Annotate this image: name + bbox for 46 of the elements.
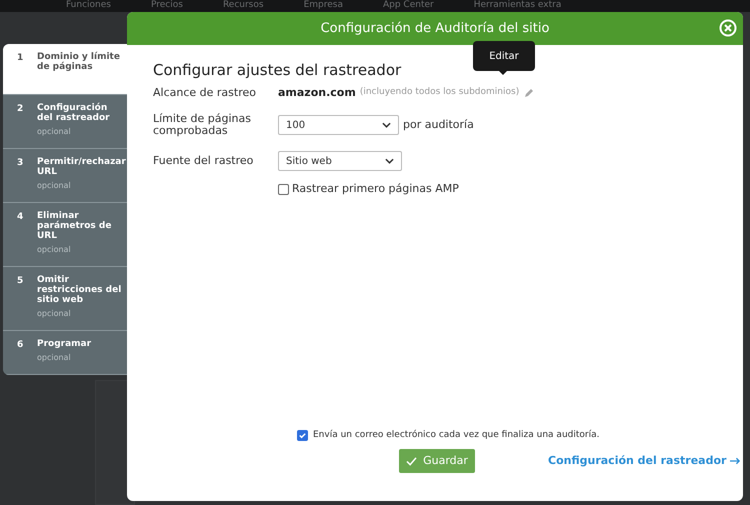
tooltip: Editar <box>473 41 535 71</box>
source-select[interactable]: Sitio web <box>278 151 402 171</box>
chevron-down-icon <box>385 158 394 164</box>
step-number: 6 <box>17 339 24 352</box>
nav-item[interactable]: Precios <box>150 0 183 12</box>
checkbox[interactable] <box>297 430 308 442</box>
checkbox-label: Rastrear primero páginas AMP <box>292 181 459 197</box>
suffix-text: por auditoría <box>403 116 474 133</box>
step-label: Omitir restricciones del sitio web <box>37 275 122 305</box>
save-button[interactable]: Guardar <box>399 449 475 473</box>
nav-item[interactable]: Herramientas extra <box>474 0 562 12</box>
checkbox-label: Envía un correo electrónico cada vez que finaliza una auditoría. <box>313 429 600 442</box>
hint-text: (incluyendo todos los subdominios) <box>360 86 520 100</box>
chevron-down-icon <box>382 122 391 128</box>
step-label: Programar <box>37 339 92 349</box>
nav-item[interactable]: App Center <box>382 0 434 12</box>
nav-item[interactable]: Funciones <box>66 0 111 12</box>
nav-item[interactable]: Empresa <box>304 0 343 12</box>
step-number: 3 <box>17 157 24 170</box>
step-label: Dominio y límite de páginas <box>37 52 121 72</box>
step-note: opcional <box>37 244 72 256</box>
step-number: 5 <box>17 275 24 288</box>
field-label: Fuente del rastreo <box>153 152 254 169</box>
step-number: 4 <box>17 211 24 224</box>
close-icon[interactable] <box>719 19 737 37</box>
step-label: Permitir/rechazar URL <box>37 157 126 177</box>
step-note: opcional <box>37 180 72 192</box>
step-note: opcional <box>37 352 72 364</box>
nav-item[interactable]: Recursos <box>222 0 264 12</box>
next-step-link[interactable]: Configuración del rastreador <box>548 453 742 470</box>
field-label: Límite de páginas comprobadas <box>153 113 252 137</box>
arrow-right-icon <box>730 457 742 466</box>
step-note: opcional <box>37 126 72 138</box>
step-label: Eliminar parámetros de URL <box>37 211 112 241</box>
section-heading: Configurar ajustes del rastreador <box>153 60 402 80</box>
field-label: Alcance de rastreo <box>153 84 257 101</box>
checkbox[interactable] <box>278 184 289 195</box>
page-limit-select[interactable]: 100 <box>278 115 399 135</box>
step-item[interactable]: 1 Dominio y límite de páginas <box>3 44 127 95</box>
step-label: Configuración del rastreador <box>37 103 111 123</box>
domain-text: amazon.com <box>278 84 356 101</box>
step-number: 2 <box>17 103 24 116</box>
step-note: opcional <box>37 308 72 320</box>
step-number: 1 <box>17 52 24 65</box>
check-icon <box>406 456 418 466</box>
dialog-title: Configuración de Auditoría del sitio <box>320 20 550 38</box>
